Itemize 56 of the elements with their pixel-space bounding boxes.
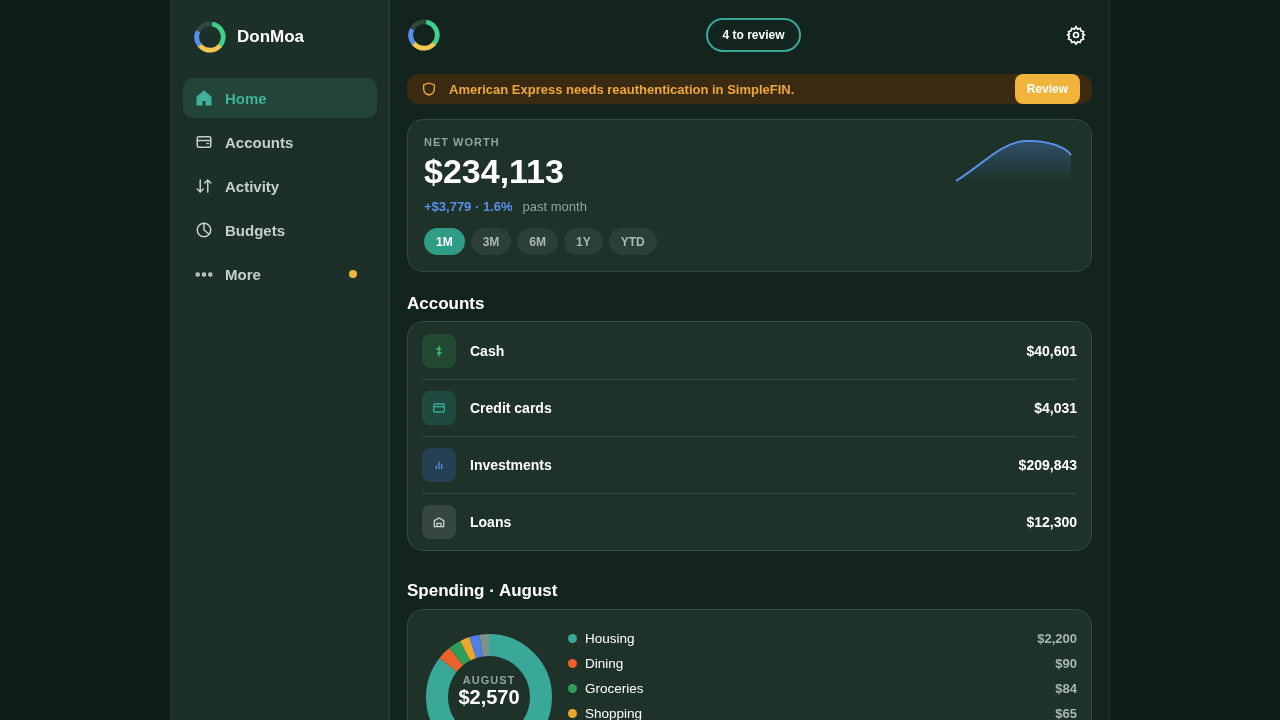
nav-item[interactable]: More bbox=[183, 254, 377, 294]
wallet-icon bbox=[195, 133, 213, 151]
donut-label: AUGUST bbox=[462, 674, 516, 686]
home-icon bbox=[195, 89, 213, 107]
card-icon bbox=[431, 400, 447, 416]
account-row[interactable]: Loans $12,300 bbox=[422, 493, 1077, 550]
category-amount: $65 bbox=[1055, 706, 1077, 720]
account-name: Loans bbox=[470, 514, 513, 530]
category-name: Dining bbox=[585, 656, 625, 671]
up-down-arrows-icon bbox=[195, 177, 213, 195]
logo-ring-icon bbox=[193, 20, 227, 54]
category-name: Groceries bbox=[585, 681, 645, 696]
category-name: Housing bbox=[585, 631, 636, 646]
net-worth-change: +$3,779 · 1.6% bbox=[424, 199, 513, 214]
review-pill[interactable]: 4 to review bbox=[706, 18, 801, 52]
range-tab[interactable]: YTD bbox=[608, 228, 657, 255]
logo-ring-icon bbox=[407, 18, 441, 52]
account-amount: $4,031 bbox=[1034, 400, 1077, 416]
category-name: Shopping bbox=[585, 706, 644, 720]
account-row[interactable]: Credit cards $4,031 bbox=[422, 379, 1077, 436]
alert-message: American Express needs reauthentication in SimpleFIN. bbox=[449, 81, 796, 97]
donut-value: $2,570 bbox=[458, 686, 520, 709]
account-amount: $12,300 bbox=[1026, 514, 1077, 530]
period-label: past month bbox=[522, 199, 587, 214]
nav-label: More bbox=[225, 265, 262, 283]
nav-item[interactable]: Budgets bbox=[183, 210, 377, 250]
nav-label: Home bbox=[225, 89, 268, 107]
settings-icon bbox=[1066, 25, 1086, 45]
net-worth-value: $234,113 bbox=[424, 152, 565, 191]
clock-icon bbox=[195, 221, 213, 239]
brand-name: DonMoa bbox=[237, 27, 305, 47]
range-tab[interactable]: 1Y bbox=[564, 228, 603, 255]
category-amount: $2,200 bbox=[1037, 631, 1077, 646]
net-worth-label: NET WORTH bbox=[424, 136, 501, 148]
nav-item[interactable]: Activity bbox=[183, 166, 377, 206]
settings-button[interactable] bbox=[1066, 25, 1086, 45]
section-title: Spending · August bbox=[407, 581, 559, 601]
section-title: Accounts bbox=[407, 294, 486, 314]
account-name: Cash bbox=[470, 342, 506, 359]
account-amount: $40,601 bbox=[1026, 342, 1077, 359]
nav-label: Budgets bbox=[225, 221, 286, 239]
account-row[interactable]: Cash $40,601 bbox=[422, 322, 1077, 379]
nav-item[interactable]: Home bbox=[183, 78, 377, 118]
range-tab[interactable]: 6M bbox=[517, 228, 558, 255]
nav-label: Activity bbox=[225, 177, 281, 195]
account-row[interactable]: Investments $209,843 bbox=[422, 436, 1077, 493]
range-tab[interactable]: 3M bbox=[470, 228, 512, 255]
more-icon bbox=[195, 271, 213, 277]
category-amount: $90 bbox=[1055, 656, 1077, 671]
nav-item[interactable]: Accounts bbox=[183, 122, 377, 162]
shield-icon bbox=[421, 81, 437, 97]
account-name: Investments bbox=[470, 457, 553, 473]
account-name: Credit cards bbox=[470, 400, 553, 416]
account-amount: $209,843 bbox=[1018, 457, 1077, 473]
nav-label: Accounts bbox=[225, 133, 295, 151]
category-amount: $84 bbox=[1055, 681, 1077, 696]
